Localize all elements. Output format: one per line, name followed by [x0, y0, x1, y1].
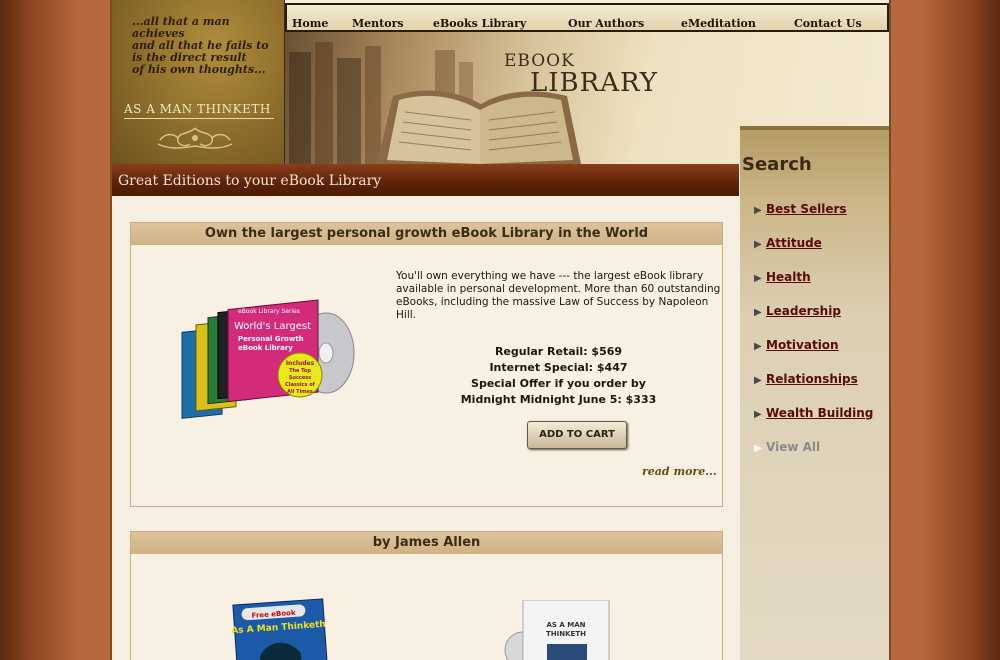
- free-ebook-cover-image: Free eBook As A Man Thinketh: [231, 598, 329, 660]
- special-offer-line2: Midnight Midnight June 5: $333: [460, 393, 657, 406]
- arrow-icon: ▶: [754, 205, 762, 216]
- brand-label: AS A MAN THINKETH: [124, 102, 274, 119]
- section-banner: Great Editions to your eBook Library: [112, 164, 739, 196]
- james-allen-box: by James Allen Free eBook As A Man Think…: [130, 531, 723, 660]
- nav-ebooks-library[interactable]: eBooks Library: [433, 17, 526, 30]
- svg-text:The Top: The Top: [289, 368, 311, 374]
- nav-our-authors[interactable]: Our Authors: [568, 17, 644, 30]
- quote-panel: ...all that a man achieves and all that …: [112, 0, 285, 164]
- quote-text: ...all that a man achieves and all that …: [132, 15, 269, 76]
- svg-text:eBook Library: eBook Library: [238, 344, 293, 352]
- header-title-line2: LIBRARY: [530, 68, 658, 98]
- nav-mentors[interactable]: Mentors: [352, 17, 404, 30]
- top-nav: Home Mentors eBooks Library Our Authors …: [285, 3, 889, 32]
- author-heading: by James Allen: [131, 532, 722, 554]
- arrow-icon: ▶: [754, 409, 762, 420]
- sidebar-link-leadership[interactable]: ▶ Leadership: [754, 304, 841, 318]
- search-sidebar: Search ▶ Best Sellers ▶ Attitude ▶ Health ▶…: [740, 126, 889, 660]
- nav-emeditation[interactable]: eMeditation: [681, 17, 756, 30]
- arrow-icon: ▶: [754, 375, 762, 386]
- svg-text:All Times: All Times: [287, 389, 313, 395]
- offer-description: You'll own everything we have --- the la…: [396, 270, 721, 321]
- banner-title: Great Editions to your eBook Library: [118, 173, 382, 189]
- nav-contact-us[interactable]: Contact Us: [794, 17, 862, 30]
- svg-text:Includes: Includes: [286, 360, 315, 367]
- page-container: ...all that a man achieves and all that …: [110, 0, 891, 660]
- arrow-icon: ▶: [754, 273, 762, 284]
- svg-text:Success: Success: [289, 375, 311, 381]
- special-offer-line1: Special Offer if you order by: [471, 377, 646, 390]
- arrow-icon: ▶: [754, 443, 762, 454]
- library-offer-box: Own the largest personal growth eBook Li…: [130, 222, 723, 507]
- sidebar-link-wealth-building[interactable]: ▶ Wealth Building: [754, 406, 873, 420]
- read-more-link[interactable]: read more...: [642, 465, 717, 478]
- svg-text:Classics of: Classics of: [285, 382, 316, 388]
- arrow-icon: ▶: [754, 341, 762, 352]
- svg-text:eBook Library Series: eBook Library Series: [238, 308, 300, 315]
- sidebar-link-health[interactable]: ▶ Health: [754, 270, 811, 284]
- add-to-cart-button[interactable]: ADD TO CART: [527, 421, 627, 449]
- svg-text:Personal Growth: Personal Growth: [238, 335, 304, 343]
- sidebar-link-view-all[interactable]: ▶ View All: [754, 440, 820, 454]
- sidebar-link-attitude[interactable]: ▶ Attitude: [754, 236, 822, 250]
- arrow-icon: ▶: [754, 307, 762, 318]
- book-cover-image: AS A MAN THINKETH: [504, 600, 610, 660]
- sidebar-link-motivation[interactable]: ▶ Motivation: [754, 338, 839, 352]
- svg-text:World's Largest: World's Largest: [234, 321, 311, 332]
- sidebar-link-best-sellers[interactable]: ▶ Best Sellers: [754, 202, 847, 216]
- arrow-icon: ▶: [754, 239, 762, 250]
- nav-home[interactable]: Home: [292, 17, 328, 30]
- ebook-library-product-image: eBook Library Series World's Largest Per…: [181, 299, 355, 419]
- internet-special-price: Internet Special: $447: [489, 361, 628, 374]
- regular-retail-price: Regular Retail: $569: [494, 345, 623, 358]
- search-heading: Search: [742, 154, 812, 175]
- svg-text:THINKETH: THINKETH: [546, 630, 586, 638]
- ornament-icon: [157, 127, 233, 149]
- sidebar-link-relationships[interactable]: ▶ Relationships: [754, 372, 858, 386]
- svg-text:AS A MAN: AS A MAN: [547, 621, 586, 629]
- offer-heading: Own the largest personal growth eBook Li…: [131, 223, 722, 245]
